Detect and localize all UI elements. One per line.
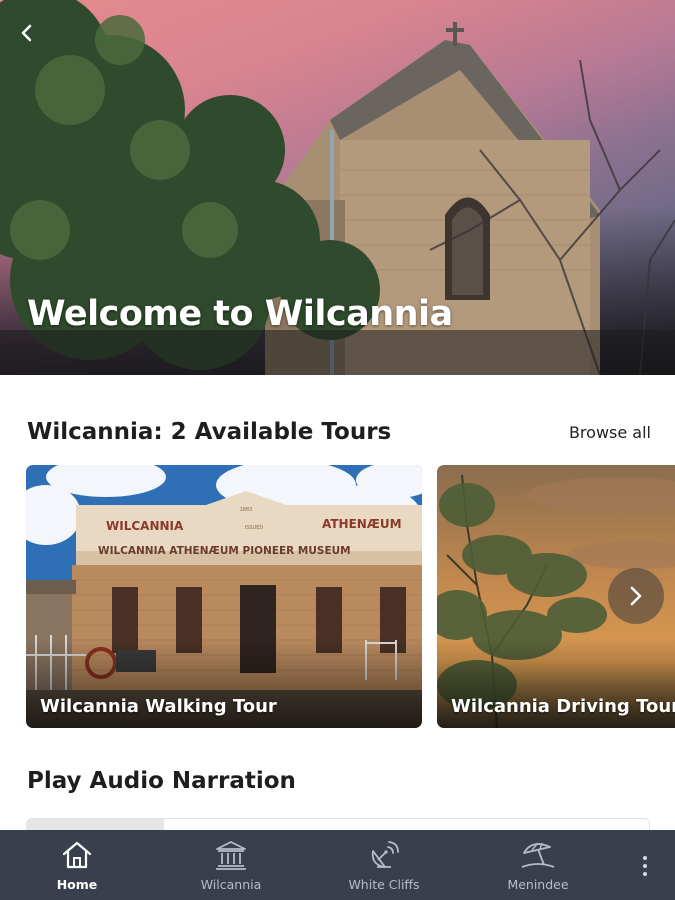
tour-card-title: Wilcannia Driving Tour — [451, 696, 675, 717]
page-title: Welcome to Wilcannia — [27, 294, 453, 334]
sign-text-right: ATHENÆUM — [322, 517, 402, 531]
nav-label: Menindee — [507, 877, 569, 892]
nav-item-wilcannia[interactable]: Wilcannia — [176, 830, 286, 900]
more-options-button[interactable] — [630, 846, 660, 886]
sign-text-main: WILCANNIA ATHENÆUM PIONEER MUSEUM — [98, 545, 351, 557]
carousel-next-button[interactable] — [608, 568, 664, 624]
satellite-dish-icon — [371, 841, 399, 868]
chevron-left-icon — [21, 24, 32, 42]
nav-label: Home — [56, 877, 98, 892]
home-icon — [62, 841, 92, 869]
tour-card-title: Wilcannia Walking Tour — [40, 696, 277, 717]
chevron-right-icon — [630, 586, 642, 606]
nav-label: White Cliffs — [348, 877, 420, 892]
hero-banner: Welcome to Wilcannia — [0, 0, 675, 375]
nav-item-menindee[interactable]: Menindee — [483, 830, 593, 900]
sign-text-small: ISSUED — [245, 525, 264, 531]
audio-heading: Play Audio Narration — [27, 768, 296, 794]
tours-heading: Wilcannia: 2 Available Tours — [27, 419, 392, 445]
more-vertical-icon — [643, 856, 647, 860]
bottom-navigation: Home Wilcannia White Cliffs Menindee — [0, 830, 675, 900]
nav-item-home[interactable]: Home — [22, 830, 132, 900]
sign-text-left: WILCANNIA — [106, 519, 184, 533]
back-button[interactable] — [14, 20, 40, 46]
tour-card-walking[interactable]: WILCANNIA ATHENÆUM 1883 ISSUED WILCANNIA… — [26, 465, 422, 728]
nav-label: Wilcannia — [200, 877, 262, 892]
sign-text-year: 1883 — [240, 507, 253, 513]
nav-item-white-cliffs[interactable]: White Cliffs — [329, 830, 439, 900]
tours-header: Wilcannia: 2 Available Tours Browse all — [27, 415, 651, 449]
browse-all-link[interactable]: Browse all — [569, 423, 651, 442]
beach-umbrella-icon — [521, 842, 555, 868]
building-icon — [216, 841, 246, 870]
